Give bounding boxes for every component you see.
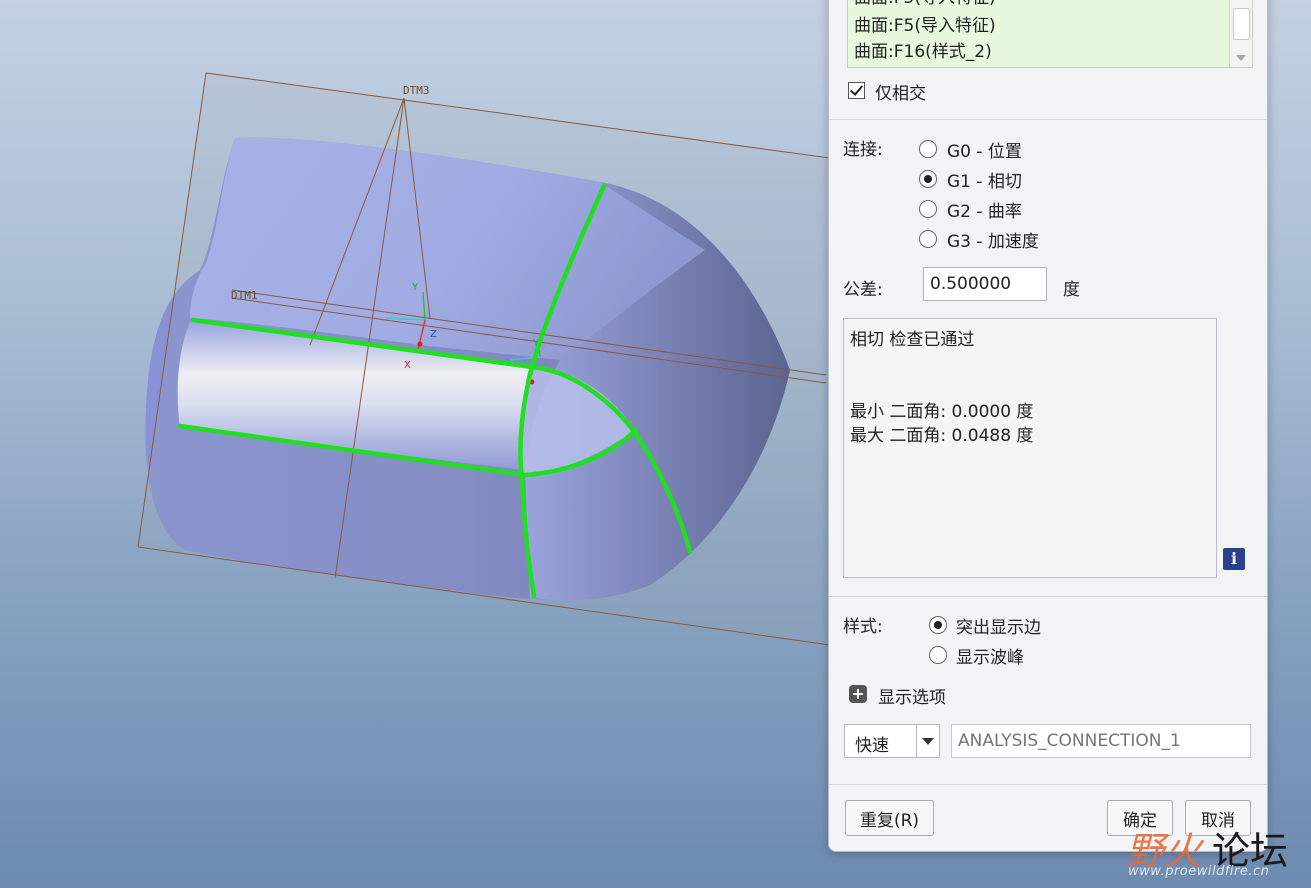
- radio-highlight-edges-label: 突出显示边: [956, 618, 1041, 638]
- radio-g2-label: G2 - 曲率: [947, 202, 1022, 222]
- radio-show-peaks-label: 显示波峰: [956, 648, 1024, 668]
- result-max-angle: 最大 二面角: 0.0488 度: [850, 426, 1034, 446]
- chevron-down-icon[interactable]: [916, 725, 939, 757]
- analysis-mode-select[interactable]: 快速: [844, 724, 940, 758]
- reference-item[interactable]: 曲面:F16(样式_2): [854, 40, 992, 64]
- intersect-only-label: 仅相交: [875, 84, 926, 104]
- connection-label: 连接:: [843, 140, 883, 160]
- tolerance-label: 公差:: [843, 280, 883, 300]
- tolerance-input[interactable]: [923, 267, 1047, 301]
- radio-g3[interactable]: [919, 230, 937, 248]
- style-label: 样式:: [843, 617, 883, 637]
- reference-item[interactable]: 曲面:F5(导入特征): [854, 0, 996, 10]
- radio-g0-label: G0 - 位置: [947, 142, 1022, 162]
- reference-item[interactable]: 曲面:F5(导入特征): [854, 14, 996, 38]
- analysis-name-input[interactable]: [951, 724, 1251, 758]
- reference-list-scrollbar[interactable]: [1229, 0, 1252, 67]
- datum-label-dtm3: DTM3: [403, 84, 430, 97]
- radio-show-peaks[interactable]: [929, 646, 947, 664]
- radio-highlight-edges[interactable]: [929, 616, 947, 634]
- connection-analysis-dialog: 曲面:F5(导入特征) 曲面:F5(导入特征) 曲面:F16(样式_2) 仅相交…: [828, 0, 1268, 852]
- radio-g3-label: G3 - 加速度: [947, 232, 1039, 252]
- result-text-area: 相切 检查已通过 最小 二面角: 0.0000 度 最大 二面角: 0.0488…: [843, 318, 1217, 578]
- expand-plus-icon[interactable]: [849, 685, 867, 703]
- info-icon[interactable]: i: [1223, 548, 1245, 570]
- axis-label-x: X: [404, 360, 411, 371]
- axis-label-y: Y: [411, 282, 419, 293]
- reference-list[interactable]: 曲面:F5(导入特征) 曲面:F5(导入特征) 曲面:F16(样式_2): [847, 0, 1253, 68]
- radio-g0[interactable]: [919, 140, 937, 158]
- forum-watermark: 野火 论坛 www.proewildfire.cn: [1126, 820, 1311, 888]
- repeat-button[interactable]: 重复(R): [845, 800, 934, 836]
- analysis-mode-value: 快速: [855, 736, 889, 756]
- divider: [829, 119, 1267, 120]
- tolerance-unit: 度: [1063, 280, 1080, 300]
- radio-g1[interactable]: [919, 170, 937, 188]
- result-status: 相切 检查已通过: [850, 330, 975, 350]
- scrollbar-thumb[interactable]: [1233, 8, 1250, 40]
- radio-g1-label: G1 - 相切: [947, 172, 1022, 192]
- result-min-angle: 最小 二面角: 0.0000 度: [850, 402, 1034, 422]
- axis-label-z: Z: [430, 329, 437, 340]
- intersect-only-checkbox[interactable]: [848, 82, 865, 99]
- watermark-url: www.proewildfire.cn: [1128, 864, 1270, 879]
- divider: [829, 596, 1267, 597]
- radio-g2[interactable]: [919, 200, 937, 218]
- divider: [829, 784, 1267, 785]
- scroll-down-arrow-icon[interactable]: [1236, 55, 1246, 61]
- datum-label-dtm1: DTM1: [231, 289, 258, 302]
- display-options-toggle[interactable]: 显示选项: [878, 683, 946, 708]
